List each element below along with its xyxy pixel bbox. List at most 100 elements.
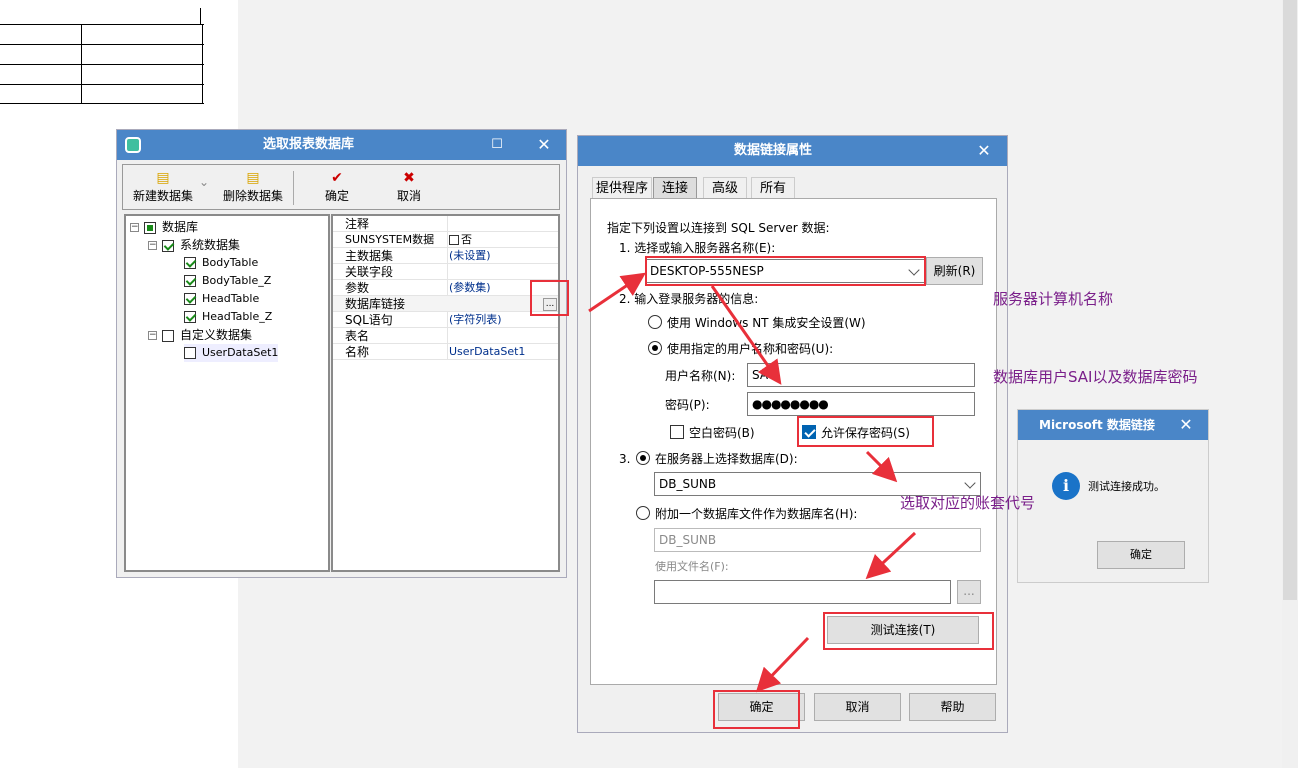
tree-label: HeadTable_Z: [202, 310, 273, 323]
close-button[interactable]: ✕: [1166, 410, 1206, 440]
tree-node-custom[interactable]: − 自定义数据集: [148, 326, 252, 344]
tree-node-item[interactable]: HeadTable_Z: [184, 308, 272, 326]
info-icon: i: [1052, 472, 1080, 500]
intro-text: 指定下列设置以连接到 SQL Server 数据:: [607, 221, 830, 235]
attach-db-label: 附加一个数据库文件作为数据库名(H):: [655, 507, 858, 521]
new-dataset-label: 新建数据集: [132, 189, 193, 203]
title-bar[interactable]: 选取报表数据库 ☐ ✕: [117, 130, 566, 160]
prop-name: 数据库链接: [345, 297, 406, 311]
checkmark-icon: ✔: [331, 170, 343, 186]
cancel-button[interactable]: 取消: [814, 693, 901, 721]
help-button[interactable]: 帮助: [909, 693, 996, 721]
tab-provider[interactable]: 提供程序: [592, 177, 652, 199]
tree-node-item[interactable]: UserDataSet1: [184, 344, 279, 362]
checkbox[interactable]: [184, 257, 196, 269]
username-label: 用户名称(N):: [665, 369, 736, 383]
prop-row[interactable]: 注释: [333, 216, 558, 232]
select-db-radio[interactable]: [636, 451, 650, 465]
windows-nt-label: 使用 Windows NT 集成安全设置(W): [667, 316, 866, 330]
password-label: 密码(P):: [665, 398, 710, 412]
prop-name: 注释: [345, 217, 370, 231]
prop-row[interactable]: 名称 UserDataSet1: [333, 344, 558, 360]
prop-row[interactable]: 表名: [333, 328, 558, 344]
scrollbar-thumb[interactable]: [1283, 0, 1297, 600]
highlight-box: [530, 280, 569, 316]
username-input[interactable]: SA: [747, 363, 975, 387]
prop-row[interactable]: 数据库链接 ...: [333, 296, 558, 312]
chevron-down-icon[interactable]: ⌄: [197, 175, 211, 213]
browse-button[interactable]: ...: [957, 580, 981, 604]
collapse-icon[interactable]: −: [130, 223, 139, 232]
prop-name: 主数据集: [345, 249, 394, 263]
collapse-icon[interactable]: −: [148, 241, 157, 250]
filename-input[interactable]: [654, 580, 951, 604]
checkbox[interactable]: [184, 275, 196, 287]
checkbox[interactable]: [184, 293, 196, 305]
prop-row[interactable]: SQL语句 (字符列表): [333, 312, 558, 328]
window-title: 数据链接属性: [734, 143, 813, 158]
background-table-fragment: [0, 0, 214, 105]
ok-label: 确定: [324, 189, 349, 203]
select-report-database-window: 选取报表数据库 ☐ ✕ ▤ 新建数据集 ⌄ ▤ 删除数据集 ✔ 确定 ✖ 取消 …: [116, 129, 567, 578]
maximize-button[interactable]: ☐: [477, 130, 517, 160]
microsoft-data-link-dialog: Microsoft 数据链接 ✕ i 测试连接成功。 确定: [1017, 409, 1209, 583]
annotation-db-user: 数据库用户SAI以及数据库密码: [993, 368, 1198, 386]
tree-label: 数据库: [162, 220, 199, 234]
attach-db-radio[interactable]: [636, 506, 650, 520]
delete-dataset-button[interactable]: ▤ 删除数据集: [221, 169, 285, 207]
close-button[interactable]: ✕: [964, 136, 1004, 166]
checkbox[interactable]: [162, 329, 174, 342]
tree-node-item[interactable]: BodyTable: [184, 254, 258, 272]
new-dataset-button[interactable]: ▤ 新建数据集: [131, 169, 195, 207]
collapse-icon[interactable]: −: [148, 331, 157, 340]
prop-value: 否: [449, 232, 472, 248]
windows-nt-radio[interactable]: [648, 315, 662, 329]
step1-label: 1. 选择或输入服务器名称(E):: [619, 241, 776, 255]
close-button[interactable]: ✕: [524, 130, 564, 160]
checkbox[interactable]: [184, 311, 196, 323]
tab-connection[interactable]: 连接: [653, 177, 697, 199]
highlight-box: [713, 690, 800, 729]
refresh-button[interactable]: 刷新(R): [926, 257, 983, 285]
window-title: 选取报表数据库: [263, 137, 355, 152]
tree-node-system[interactable]: − 系统数据集: [148, 236, 240, 254]
ok-button[interactable]: ✔ 确定: [319, 169, 355, 207]
prop-value: (字符列表): [449, 313, 502, 326]
delete-dataset-icon: ▤: [246, 170, 260, 186]
highlight-box: [797, 416, 934, 447]
prop-row[interactable]: 参数 (参数集): [333, 280, 558, 296]
tree-node-item[interactable]: BodyTable_Z: [184, 272, 271, 290]
cancel-button[interactable]: ✖ 取消: [391, 169, 427, 207]
checkbox[interactable]: [144, 221, 156, 234]
toolbar-divider: [293, 171, 294, 205]
prop-name: 表名: [345, 329, 370, 343]
delete-dataset-label: 删除数据集: [222, 189, 283, 203]
attach-db-input[interactable]: DB_SUNB: [654, 528, 981, 552]
user-password-radio[interactable]: [648, 341, 662, 355]
checkbox[interactable]: [449, 235, 459, 245]
annotation-server-name: 服务器计算机名称: [993, 290, 1114, 308]
step2-label: 2. 输入登录服务器的信息:: [619, 292, 759, 306]
checkbox[interactable]: [184, 347, 196, 359]
chevron-down-icon[interactable]: [964, 477, 976, 489]
prop-name: 参数: [345, 281, 370, 295]
tree-node-item[interactable]: HeadTable: [184, 290, 259, 308]
prop-row[interactable]: 关联字段: [333, 264, 558, 280]
tree-label: UserDataSet1: [202, 346, 279, 359]
tab-all[interactable]: 所有: [751, 177, 795, 199]
ok-button[interactable]: 确定: [1097, 541, 1185, 569]
window-title: Microsoft 数据链接: [1039, 418, 1155, 432]
title-bar[interactable]: Microsoft 数据链接 ✕: [1018, 410, 1208, 440]
prop-row[interactable]: 主数据集 (未设置): [333, 248, 558, 264]
password-input[interactable]: ●●●●●●●●: [747, 392, 975, 416]
use-filename-label: 使用文件名(F):: [655, 560, 729, 573]
prop-row[interactable]: SUNSYSTEM数据 否: [333, 232, 558, 248]
prop-name: 名称: [345, 345, 370, 359]
step3-label: 3.: [619, 452, 631, 466]
title-bar[interactable]: 数据链接属性 ✕: [578, 136, 1007, 166]
tree-node-root[interactable]: − 数据库: [130, 218, 198, 236]
tab-advanced[interactable]: 高级: [703, 177, 747, 199]
checkbox[interactable]: [162, 239, 174, 252]
blank-password-checkbox[interactable]: [670, 425, 684, 439]
tree-label: BodyTable_Z: [202, 274, 272, 287]
